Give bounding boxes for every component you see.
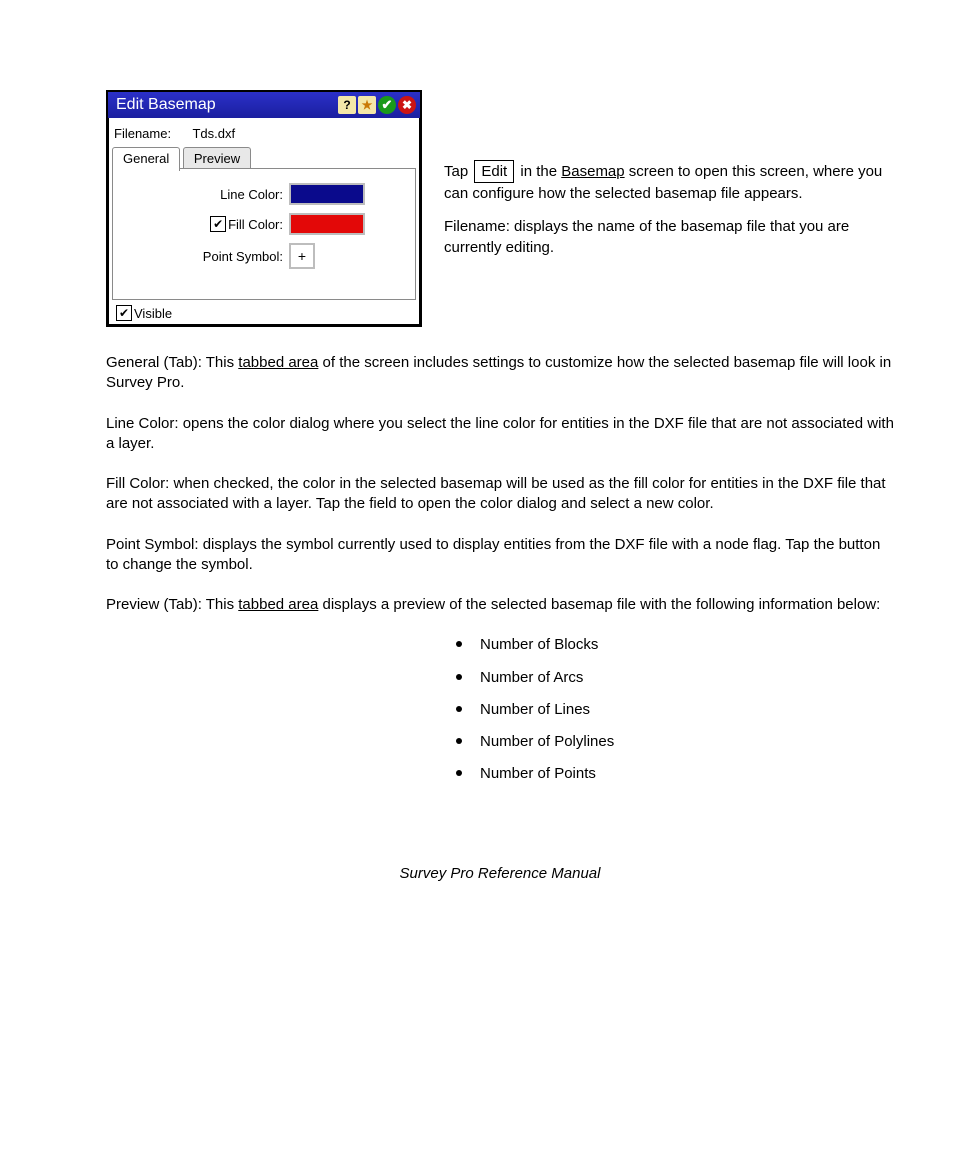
preview-tab-paragraph: Preview (Tab): This tabbed area displays… [106, 595, 894, 615]
fill-color-swatch[interactable] [289, 213, 365, 235]
edit-basemap-dialog: Edit Basemap ? ★ ✔ ✖ Filename: Tds.dxf G… [106, 90, 422, 327]
ok-icon[interactable]: ✔ [378, 96, 396, 114]
filename-value: Tds.dxf [192, 126, 235, 141]
line-color-inner [291, 185, 363, 203]
line-color-swatch[interactable] [289, 183, 365, 205]
filename-row: Filename: Tds.dxf [112, 122, 416, 147]
p3a: General (Tab): This [106, 354, 238, 371]
tabbed-area-link-1[interactable]: tabbed area [238, 354, 318, 371]
fill-color-checkbox[interactable]: ✔ [210, 216, 226, 232]
star-icon[interactable]: ★ [358, 96, 376, 114]
help-icon[interactable]: ? [338, 96, 356, 114]
fill-color-row: ✔ Fill Color: [123, 213, 405, 235]
visible-label: Visible [134, 306, 172, 321]
basemap-link[interactable]: Basemap [561, 163, 624, 180]
list-item: Number of Lines [452, 700, 894, 720]
tabstrip: General Preview [112, 147, 416, 169]
p1b: in the [516, 163, 561, 180]
list-item: Number of Points [452, 764, 894, 784]
bullet-list-wrap: Number of Blocks Number of Arcs Number o… [452, 635, 894, 784]
list-item: Number of Polylines [452, 732, 894, 752]
intro-paragraph: Tap Edit in the Basemap screen to open t… [444, 160, 894, 204]
tab-preview[interactable]: Preview [183, 147, 251, 170]
fill-color-inner [291, 215, 363, 233]
filename-label: Filename: [114, 126, 171, 141]
edit-button-inline: Edit [474, 160, 514, 183]
fill-color-paragraph: Fill Color: when checked, the color in t… [106, 474, 894, 515]
dialog-titlebar: Edit Basemap ? ★ ✔ ✖ [108, 92, 420, 118]
point-symbol-button[interactable]: + [289, 243, 315, 269]
point-symbol-row: Point Symbol: + [123, 243, 405, 269]
p1a: Tap [444, 163, 472, 180]
line-color-row: Line Color: [123, 183, 405, 205]
general-tab-panel: Line Color: ✔ Fill Color: [112, 168, 416, 300]
dialog-body: Filename: Tds.dxf General Preview Line C… [108, 118, 420, 325]
body-text: General (Tab): This tabbed area of the s… [106, 353, 894, 785]
general-tab-paragraph: General (Tab): This tabbed area of the s… [106, 353, 894, 394]
line-color-label: Line Color: [123, 187, 289, 202]
page-footer: Survey Pro Reference Manual [106, 865, 894, 882]
tab-general[interactable]: General [112, 147, 180, 171]
list-item: Number of Arcs [452, 668, 894, 688]
filename-paragraph: Filename: displays the name of the basem… [444, 216, 894, 258]
point-symbol-label: Point Symbol: [123, 249, 289, 264]
p7a: Preview (Tab): This [106, 596, 238, 613]
visible-row: ✔ Visible [112, 301, 416, 325]
close-icon[interactable]: ✖ [398, 96, 416, 114]
visible-checkbox[interactable]: ✔ [116, 305, 132, 321]
tabbed-area-link-2[interactable]: tabbed area [238, 596, 318, 613]
right-text-column: Tap Edit in the Basemap screen to open t… [444, 90, 894, 270]
line-color-paragraph: Line Color: opens the color dialog where… [106, 414, 894, 455]
p7b: displays a preview of the selected basem… [318, 596, 880, 613]
titlebar-buttons: ? ★ ✔ ✖ [338, 96, 416, 114]
list-item: Number of Blocks [452, 635, 894, 655]
bullet-list: Number of Blocks Number of Arcs Number o… [452, 635, 894, 784]
fill-color-label: Fill Color: [228, 217, 283, 232]
dialog-title: Edit Basemap [116, 96, 338, 114]
point-symbol-paragraph: Point Symbol: displays the symbol curren… [106, 535, 894, 576]
